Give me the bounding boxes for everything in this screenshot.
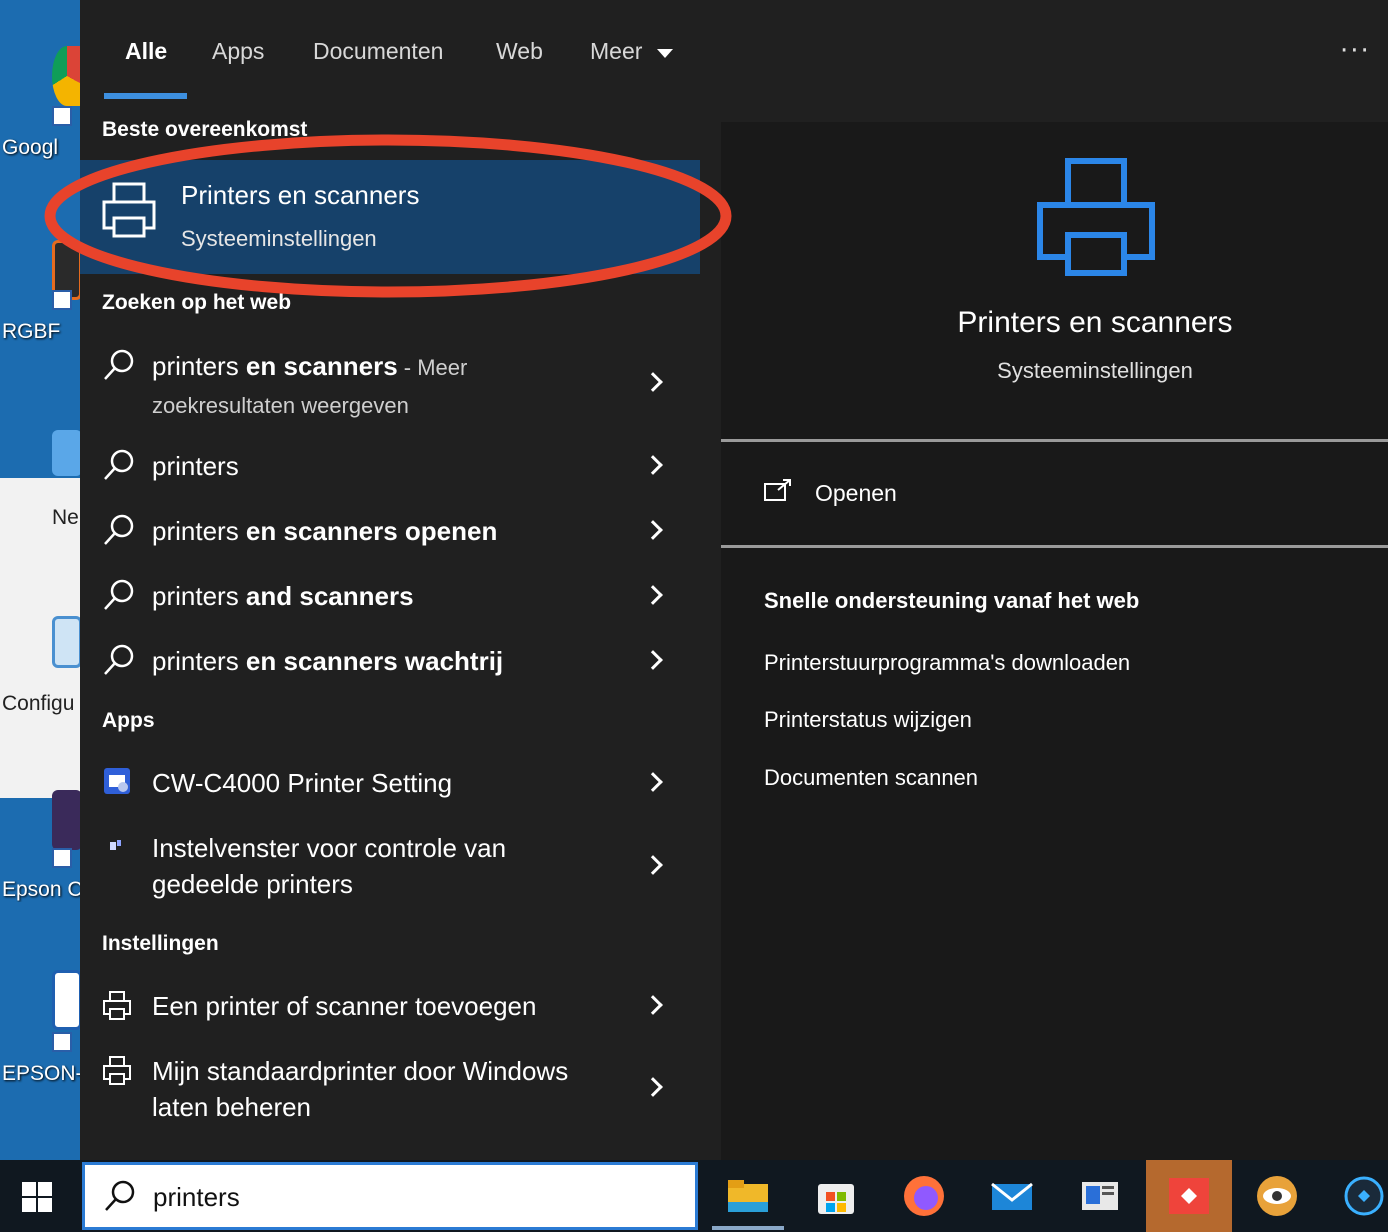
settings-result-text-line2: laten beheren [152, 1092, 312, 1122]
desktop-icon-config[interactable]: Configu [0, 612, 82, 722]
search-icon [104, 449, 134, 480]
chevron-down-icon[interactable] [657, 49, 673, 58]
file-explorer-icon[interactable] [724, 1172, 772, 1220]
tab-web[interactable]: Web [496, 38, 543, 65]
firefox-icon[interactable] [900, 1172, 948, 1220]
desktop-icon-network[interactable]: Ne [0, 430, 82, 540]
desktop-icon-label: Configu [2, 692, 75, 715]
search-icon [104, 644, 134, 675]
search-input[interactable] [153, 1179, 673, 1215]
web-result-text-line2: zoekresultaten weergeven [152, 393, 409, 418]
active-tab-indicator [104, 93, 187, 99]
shortcut-arrow-icon [52, 848, 72, 868]
preview-subtitle: Systeeminstellingen [997, 358, 1193, 383]
highlight-ring-annotation [44, 134, 732, 298]
settings-result-text: Een printer of scanner toevoegen [152, 991, 537, 1021]
quick-help-heading: Snelle ondersteuning vanaf het web [764, 588, 1140, 613]
search-icon [104, 349, 134, 380]
running-indicator [712, 1226, 784, 1230]
web-result-text: printers en scanners - Meer [152, 351, 468, 381]
web-result-text: printers [152, 451, 239, 481]
desktop-icon-label: RGBF [2, 320, 61, 343]
more-options-button[interactable]: ··· [1340, 36, 1371, 66]
epson-app-icon [52, 790, 82, 850]
printer-setting-app-icon [104, 768, 130, 794]
search-icon [105, 1180, 135, 1211]
preview-pane [721, 122, 1388, 1160]
app-result-text: Instelvenster voor controle van [152, 833, 507, 863]
app-result-text-line2: gedeelde printers [152, 869, 353, 899]
tab-apps[interactable]: Apps [212, 38, 264, 65]
search-icon [104, 579, 134, 610]
open-external-icon [764, 479, 791, 501]
quick-link-status[interactable]: Printerstatus wijzigen [764, 707, 972, 733]
printer-icon [103, 991, 131, 1020]
printer-icon [103, 1056, 131, 1085]
chrome-icon [52, 46, 82, 106]
tab-alle[interactable]: Alle [125, 38, 167, 65]
search-icon [104, 514, 134, 545]
control-panel-app-icon [110, 840, 121, 850]
apps-heading: Apps [102, 709, 155, 732]
shortcut-arrow-icon [52, 1032, 72, 1052]
printer-large-icon [1037, 158, 1155, 276]
web-result-text: printers en scanners openen [152, 516, 498, 546]
store-icon[interactable] [812, 1172, 860, 1220]
preview-divider [721, 545, 1388, 548]
web-result-text: printers en scanners wachtrij [152, 646, 504, 676]
desktop-icon-label: EPSON- [2, 1062, 82, 1085]
search-tabs [80, 0, 1388, 100]
desktop-icon-epson-c[interactable]: Epson C [0, 790, 82, 910]
news-icon[interactable] [1076, 1172, 1124, 1220]
preview-title: Printers en scanners [957, 306, 1233, 339]
quick-link-scan[interactable]: Documenten scannen [764, 765, 978, 791]
network-app-icon[interactable] [1340, 1172, 1388, 1220]
config-app-icon [52, 616, 82, 668]
epson-printer-app-icon [52, 970, 82, 1030]
desktop-icon-epson[interactable]: EPSON- [0, 970, 82, 1090]
windows-start-icon[interactable] [22, 1182, 52, 1212]
app-result-text: CW-C4000 Printer Setting [152, 768, 453, 798]
quick-link-drivers[interactable]: Printerstuurprogramma's downloaden [764, 650, 1130, 676]
desktop-icon-label: Epson C [2, 878, 82, 901]
taskbar-search-box[interactable] [82, 1162, 698, 1230]
open-label: Openen [815, 480, 897, 506]
preview-divider [721, 439, 1388, 442]
tab-meer[interactable]: Meer [590, 38, 642, 65]
shortcut-arrow-icon [52, 106, 72, 126]
mail-icon[interactable] [988, 1172, 1036, 1220]
eye-app-icon[interactable] [1253, 1172, 1301, 1220]
settings-result-text: Mijn standaardprinter door Windows [152, 1056, 569, 1086]
tab-documenten[interactable]: Documenten [313, 38, 443, 65]
network-icon [52, 430, 82, 476]
settings-heading: Instellingen [102, 932, 219, 955]
web-result-text: printers and scanners [152, 581, 414, 611]
anydesk-icon[interactable] [1165, 1172, 1213, 1220]
